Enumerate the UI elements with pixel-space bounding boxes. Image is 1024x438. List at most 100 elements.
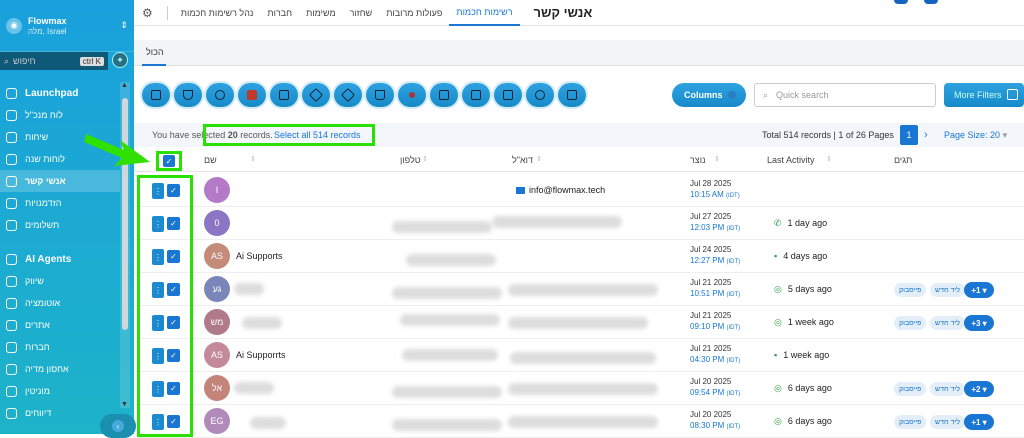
tag-chip[interactable]: ליד חדש (930, 415, 965, 429)
page-number[interactable]: 1 (900, 125, 918, 145)
tab-tasks[interactable]: משימות (299, 0, 343, 26)
sidebar-item[interactable]: מוניטין (0, 380, 120, 402)
header-avatar-2[interactable] (924, 0, 938, 4)
scroll-up-icon[interactable]: ▲ (121, 82, 128, 89)
sidebar-item[interactable]: אחסון מדיה (0, 358, 120, 380)
avatar[interactable]: AS (204, 342, 230, 368)
row-checkbox[interactable]: ✓ (167, 250, 180, 263)
table-row[interactable]: ⋮ ✓ מש Jul 21 2025 09:10 PM (IDT) ◎ 1 week ago… (134, 306, 1024, 339)
tab-restore[interactable]: שחזור (343, 0, 380, 26)
col-email[interactable]: דוא"ל (512, 155, 533, 165)
tab-all[interactable]: הכול (146, 47, 164, 57)
star-icon[interactable] (398, 83, 426, 107)
remove-tag-icon[interactable] (334, 83, 362, 107)
more-tags-button[interactable]: +1 ▾ (964, 414, 994, 430)
next-page-icon[interactable]: › (924, 129, 928, 141)
row-menu-icon[interactable]: ⋮ (152, 249, 164, 265)
tag-chip[interactable]: פייסבוק (894, 283, 927, 297)
col-created[interactable]: נוצר (690, 155, 706, 165)
sidebar-item[interactable]: תשלומים (0, 214, 120, 236)
scroll-thumb[interactable] (122, 98, 128, 330)
gear-icon[interactable]: ⚙ (134, 6, 161, 20)
row-menu-icon[interactable]: ⋮ (152, 348, 164, 364)
import-icon[interactable] (430, 83, 458, 107)
avatar[interactable]: I (204, 177, 230, 203)
avatar[interactable]: EG (204, 408, 230, 434)
contact-name[interactable]: Ai Supports (236, 251, 283, 261)
export-icon[interactable] (462, 83, 490, 107)
sidebar-item[interactable]: לוחות שנה (0, 148, 120, 170)
sidebar-item[interactable]: שיחות (0, 126, 120, 148)
sidebar-search[interactable]: ⌕ חיפוש ctrl K (0, 52, 108, 70)
tag-chip[interactable]: ליד חדש (930, 283, 965, 297)
tag-chip[interactable]: ליד חדש (930, 316, 965, 330)
filter-icon[interactable] (174, 83, 202, 107)
more-tags-button[interactable]: +2 ▾ (964, 381, 994, 397)
tab-manage-smart-lists[interactable]: נהל רשימות חכמות (174, 0, 261, 26)
row-menu-icon[interactable]: ⋮ (152, 381, 164, 397)
col-name[interactable]: שם (204, 155, 217, 165)
sidebar-item[interactable]: אוטומציה (0, 292, 120, 314)
table-row[interactable]: ⋮ ✓ אל Jul 20 2025 09:54 PM (IDT) ◎ 6 days ago… (134, 372, 1024, 405)
avatar[interactable]: אל (204, 375, 230, 401)
contact-name[interactable]: Ai Supporrts (236, 350, 286, 360)
col-phone[interactable]: טלפון (400, 155, 421, 165)
table-row[interactable]: ⋮ ✓ AS Ai Supports Jul 24 2025 12:27 PM (IDT)… (134, 240, 1024, 273)
table-row[interactable]: ⋮ ✓ EG Jul 20 2025 08:30 PM (IDT) ◎ 6 days ago… (134, 405, 1024, 438)
email-icon[interactable] (270, 83, 298, 107)
avatar[interactable]: מש (204, 309, 230, 335)
avatar[interactable]: 0 (204, 210, 230, 236)
columns-button[interactable]: Columns (672, 83, 746, 107)
row-menu-icon[interactable]: ⋮ (152, 183, 164, 199)
row-menu-icon[interactable]: ⋮ (152, 315, 164, 331)
shop-icon[interactable] (494, 83, 522, 107)
row-menu-icon[interactable]: ⋮ (152, 414, 164, 430)
account-switcher[interactable]: ◉ Flowmax מלה, Israel ⇕ (0, 0, 134, 52)
avatar[interactable]: גע (204, 276, 230, 302)
whatsapp-icon[interactable] (526, 83, 554, 107)
header-avatar[interactable] (894, 0, 908, 4)
sort-icon[interactable]: ⇕ (826, 155, 832, 163)
row-checkbox[interactable]: ✓ (167, 349, 180, 362)
sidebar-scrollbar[interactable]: ▲ ▼ (120, 82, 130, 408)
row-checkbox[interactable]: ✓ (167, 184, 180, 197)
more-tags-button[interactable]: +3 ▾ (964, 315, 994, 331)
scroll-down-icon[interactable]: ▼ (121, 401, 128, 408)
row-checkbox[interactable]: ✓ (167, 283, 180, 296)
sidebar-item[interactable]: חברות (0, 336, 120, 358)
flag-icon[interactable] (238, 83, 266, 107)
tag-chip[interactable]: ליד חדש (930, 382, 965, 396)
collapse-sidebar-button[interactable]: ‹ (100, 414, 136, 438)
quick-search-input[interactable]: ⌕ Quick search (754, 83, 936, 107)
ai-assistant-icon[interactable]: ✦ (112, 52, 128, 68)
sort-icon[interactable]: ⇕ (250, 155, 256, 163)
more-tags-button[interactable]: +1 ▾ (964, 282, 994, 298)
page-size-select[interactable]: Page Size: 20 ▾ (944, 130, 1007, 141)
message-icon[interactable] (206, 83, 234, 107)
sidebar-item[interactable]: הזדמנויות (0, 192, 120, 214)
tab-companies[interactable]: חברות (260, 0, 299, 26)
col-last-activity[interactable]: Last Activity (767, 155, 815, 165)
row-menu-icon[interactable]: ⋮ (152, 282, 164, 298)
select-icon[interactable] (142, 83, 170, 107)
more-filters-button[interactable]: More Filters (944, 83, 1024, 107)
sort-icon[interactable]: ⇕ (422, 155, 428, 163)
tab-bulk-actions[interactable]: פעולות מרובות (379, 0, 449, 26)
row-checkbox[interactable]: ✓ (167, 382, 180, 395)
delete-icon[interactable] (366, 83, 394, 107)
table-row[interactable]: ⋮ ✓ Iinfo@flowmax.tech Jul 28 2025 10:15 AM … (134, 174, 1024, 207)
contact-email[interactable]: info@flowmax.tech (516, 185, 605, 195)
row-checkbox[interactable]: ✓ (167, 316, 180, 329)
row-checkbox[interactable]: ✓ (167, 217, 180, 230)
add-tag-icon[interactable] (302, 83, 330, 107)
sidebar-item[interactable]: שיווק (0, 270, 120, 292)
tab-smart-lists[interactable]: רשימות חכמות (449, 0, 520, 26)
sidebar-item[interactable]: אתרים (0, 314, 120, 336)
table-row[interactable]: ⋮ ✓ 0 Jul 27 2025 12:03 PM (IDT) ✆ 1 day ago (134, 207, 1024, 240)
table-row[interactable]: ⋮ ✓ גע Jul 21 2025 10:51 PM (IDT) ◎ 5 days ago… (134, 273, 1024, 306)
row-menu-icon[interactable]: ⋮ (152, 216, 164, 232)
row-checkbox[interactable]: ✓ (167, 415, 180, 428)
sidebar-item[interactable]: אנשי קשר (0, 170, 120, 192)
copy-icon[interactable] (558, 83, 586, 107)
tag-chip[interactable]: פייסבוק (894, 415, 927, 429)
